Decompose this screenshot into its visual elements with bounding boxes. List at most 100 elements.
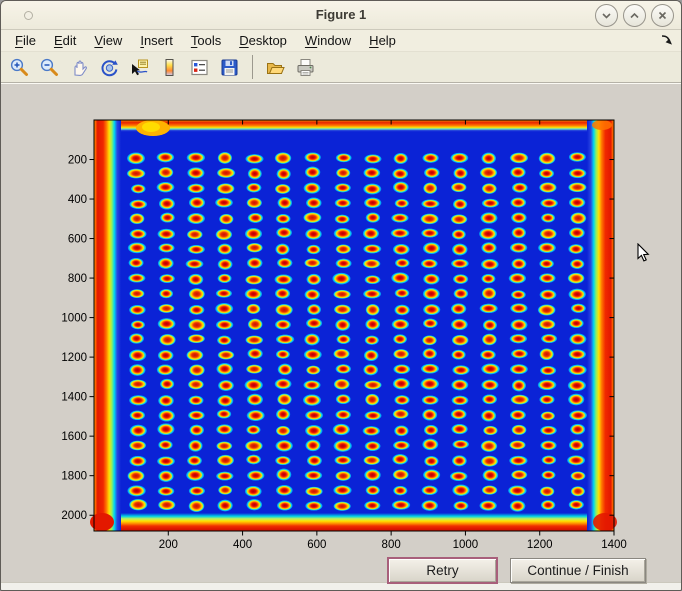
well-spot [453, 199, 468, 210]
well-spot [334, 183, 351, 192]
well-spot [509, 440, 526, 449]
well-spot [160, 379, 175, 390]
well-spot [452, 229, 466, 239]
well-spot [248, 213, 264, 223]
well-spot [303, 394, 322, 406]
axes-plot-area[interactable]: 2004006008001000120014002004006008001000… [1, 1, 681, 590]
chevron-down-icon [601, 10, 612, 21]
well-spot [158, 500, 176, 511]
menu-item-edit[interactable]: Edit [45, 31, 85, 50]
well-spot [423, 288, 440, 300]
well-spot [363, 228, 380, 240]
menu-item-desktop[interactable]: Desktop [230, 31, 296, 50]
well-spot [186, 469, 204, 481]
well-spot [188, 245, 206, 254]
well-spot [335, 364, 351, 374]
well-spot [540, 228, 557, 239]
well-spot [129, 395, 148, 406]
zoom-out-icon[interactable] [38, 56, 61, 79]
well-spot [129, 349, 147, 361]
colorbar-icon[interactable] [158, 56, 181, 79]
well-spot [364, 411, 381, 420]
well-spot [482, 469, 498, 481]
y-tick-label: 1600 [61, 431, 87, 443]
toolbar-separator [252, 55, 253, 79]
well-spot [217, 274, 231, 284]
well-spot [216, 183, 234, 194]
well-spot [275, 304, 293, 316]
well-spot [333, 349, 350, 359]
well-spot [539, 348, 554, 360]
well-spot [422, 348, 437, 359]
insert-legend-icon[interactable] [188, 56, 211, 79]
dock-figure-icon[interactable] [660, 33, 673, 51]
well-spot [363, 289, 381, 299]
titlebar[interactable]: Figure 1 [1, 1, 681, 30]
minimize-button[interactable] [595, 4, 618, 27]
rotate-3d-icon[interactable] [98, 56, 121, 79]
well-spot [569, 318, 584, 328]
well-spot [129, 229, 146, 239]
well-spot [539, 152, 556, 164]
well-spot [275, 319, 291, 329]
well-spot [393, 486, 408, 496]
well-spot [276, 426, 291, 436]
menu-item-window[interactable]: Window [296, 31, 360, 50]
menu-item-file[interactable]: File [6, 31, 45, 50]
well-spot [127, 152, 145, 164]
well-spot [188, 500, 204, 512]
continue-finish-button[interactable]: Continue / Finish [510, 558, 646, 583]
well-spot [246, 304, 260, 315]
menu-item-insert[interactable]: Insert [131, 31, 182, 50]
well-spot [541, 470, 555, 479]
well-spot [539, 395, 555, 405]
zoom-in-icon[interactable] [8, 56, 31, 79]
data-cursor-icon[interactable] [128, 56, 151, 79]
well-spot [422, 438, 438, 450]
well-spot [423, 242, 441, 254]
well-spot [481, 440, 498, 452]
well-spot [187, 213, 205, 224]
open-file-icon[interactable] [264, 56, 287, 79]
well-spot [540, 366, 557, 375]
well-spot [332, 273, 351, 285]
well-spot [393, 334, 407, 344]
well-spot [569, 440, 585, 451]
maximize-button[interactable] [623, 4, 646, 27]
well-spot [391, 228, 410, 238]
well-spot [335, 319, 350, 331]
well-spot [275, 440, 293, 452]
y-tick-label: 800 [68, 273, 87, 285]
well-spot [303, 182, 320, 194]
well-spot [424, 456, 439, 467]
well-spot [276, 168, 291, 180]
well-spot [421, 259, 438, 269]
y-tick-label: 2000 [61, 510, 87, 522]
menu-item-tools[interactable]: Tools [182, 31, 230, 50]
menu-item-view[interactable]: View [85, 31, 131, 50]
well-spot [334, 228, 353, 239]
well-spot [129, 305, 146, 315]
well-spot [479, 304, 498, 314]
y-tick-label: 400 [68, 194, 87, 206]
close-button[interactable] [651, 4, 674, 27]
well-spot [481, 259, 499, 270]
pan-icon[interactable] [68, 56, 91, 79]
well-spot [188, 334, 206, 343]
well-spot [189, 425, 204, 436]
well-spot [131, 184, 146, 193]
well-spot [568, 182, 587, 192]
well-spot [304, 349, 322, 360]
well-spot [452, 440, 469, 449]
well-spot [452, 365, 470, 375]
well-spot [452, 484, 470, 496]
well-spot [452, 455, 467, 466]
well-spot [451, 319, 468, 331]
save-figure-icon[interactable] [218, 56, 241, 79]
print-figure-icon[interactable] [294, 56, 317, 79]
retry-button[interactable]: Retry [387, 557, 498, 584]
menu-item-help[interactable]: Help [360, 31, 405, 50]
well-spot [276, 408, 291, 420]
well-spot [277, 393, 292, 405]
well-spot [480, 167, 498, 179]
